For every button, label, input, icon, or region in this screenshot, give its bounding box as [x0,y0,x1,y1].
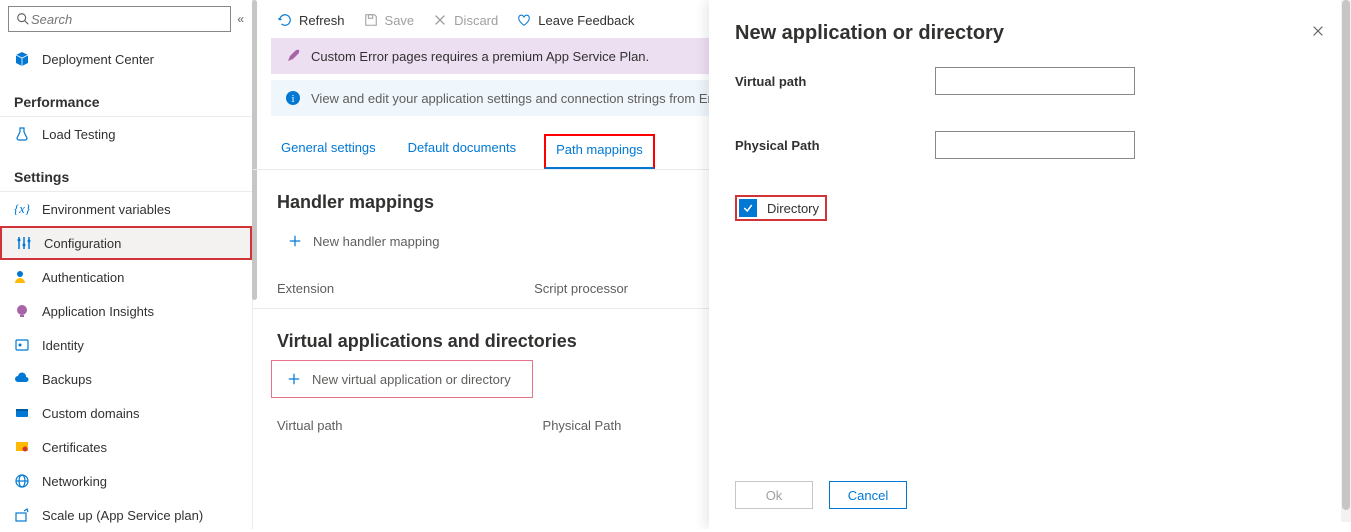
col-script-processor: Script processor [534,281,628,296]
sidebar-item-label: Identity [42,338,84,353]
discard-icon [432,12,448,28]
sidebar-item-scale-up[interactable]: Scale up (App Service plan) [0,498,252,532]
virtual-path-input[interactable] [935,67,1135,95]
col-extension: Extension [277,281,334,296]
sidebar-item-label: Deployment Center [42,52,154,67]
toolbar-label: Save [385,13,415,28]
plus-icon [286,371,302,387]
toolbar-label: Leave Feedback [538,13,634,28]
new-app-directory-panel: New application or directory Virtual pat… [709,0,1351,529]
certificate-icon [14,439,30,455]
sidebar-item-label: Networking [42,474,107,489]
badge-icon [14,337,30,353]
sidebar-item-deployment-center[interactable]: Deployment Center [0,42,252,76]
page-scrollbar-track[interactable] [1341,0,1351,522]
lightbulb-icon [14,303,30,319]
sidebar-item-certificates[interactable]: Certificates [0,430,252,464]
sidebar: « Deployment Center Performance Load Tes… [0,0,253,529]
sidebar-item-label: Certificates [42,440,107,455]
sidebar-item-identity[interactable]: Identity [0,328,252,362]
rocket-icon [285,48,301,64]
sidebar-item-label: Environment variables [42,202,171,217]
sidebar-section-performance: Performance [0,76,252,117]
directory-label: Directory [767,201,819,216]
add-link-label: New handler mapping [313,234,439,249]
sidebar-item-backups[interactable]: Backups [0,362,252,396]
sidebar-item-label: Configuration [44,236,121,251]
sidebar-item-networking[interactable]: Networking [0,464,252,498]
sidebar-item-label: Application Insights [42,304,154,319]
collapse-icon[interactable]: « [237,12,244,26]
cancel-button[interactable]: Cancel [829,481,907,509]
refresh-button[interactable]: Refresh [277,12,345,28]
directory-checkbox[interactable] [739,199,757,217]
sidebar-item-custom-domains[interactable]: Custom domains [0,396,252,430]
ok-button[interactable]: Ok [735,481,813,509]
globe-icon [14,405,30,421]
virtual-path-label: Virtual path [735,74,935,89]
feedback-button[interactable]: Leave Feedback [516,12,634,28]
physical-path-input[interactable] [935,131,1135,159]
heart-icon [516,12,532,28]
plus-icon [287,233,303,249]
new-virtual-app-button[interactable]: New virtual application or directory [271,360,533,398]
toolbar-label: Discard [454,13,498,28]
cube-icon [14,51,30,67]
sidebar-item-label: Load Testing [42,127,116,142]
sidebar-section-settings: Settings [0,151,252,192]
sidebar-item-load-testing[interactable]: Load Testing [0,117,252,151]
sidebar-item-label: Custom domains [42,406,140,421]
sidebar-item-app-insights[interactable]: Application Insights [0,294,252,328]
sidebar-item-label: Scale up (App Service plan) [42,508,203,523]
page-scrollbar-thumb[interactable] [1342,0,1350,510]
tab-general-settings[interactable]: General settings [277,134,380,169]
tab-default-documents[interactable]: Default documents [404,134,520,169]
sidebar-item-authentication[interactable]: Authentication [0,260,252,294]
search-input[interactable] [31,12,224,27]
toolbar-label: Refresh [299,13,345,28]
close-icon[interactable] [1311,24,1325,43]
variable-icon: {x} [14,201,30,217]
col-virtual-path: Virtual path [277,418,343,433]
banner-text: View and edit your application settings … [311,91,721,106]
search-icon [15,11,31,27]
main-content: Refresh Save Discard Leave Feedback [253,0,1351,529]
save-button: Save [363,12,415,28]
discard-button: Discard [432,12,498,28]
physical-path-label: Physical Path [735,138,935,153]
sliders-icon [16,235,32,251]
col-physical-path: Physical Path [543,418,622,433]
add-link-label: New virtual application or directory [312,372,511,387]
sidebar-item-label: Authentication [42,270,124,285]
directory-checkbox-group[interactable]: Directory [735,195,827,221]
search-box[interactable] [8,6,231,32]
svg-text:i: i [291,93,294,105]
cloud-icon [14,371,30,387]
sidebar-item-configuration[interactable]: Configuration [0,226,252,260]
panel-title: New application or directory [735,22,1004,45]
flask-icon [14,126,30,142]
refresh-icon [277,12,293,28]
save-icon [363,12,379,28]
network-icon [14,473,30,489]
banner-text: Custom Error pages requires a premium Ap… [311,49,649,64]
sidebar-item-environment-variables[interactable]: {x} Environment variables [0,192,252,226]
person-key-icon [14,269,30,285]
sidebar-item-label: Backups [42,372,92,387]
info-icon: i [285,90,301,106]
scale-up-icon [14,507,30,523]
tab-path-mappings[interactable]: Path mappings [544,134,655,169]
